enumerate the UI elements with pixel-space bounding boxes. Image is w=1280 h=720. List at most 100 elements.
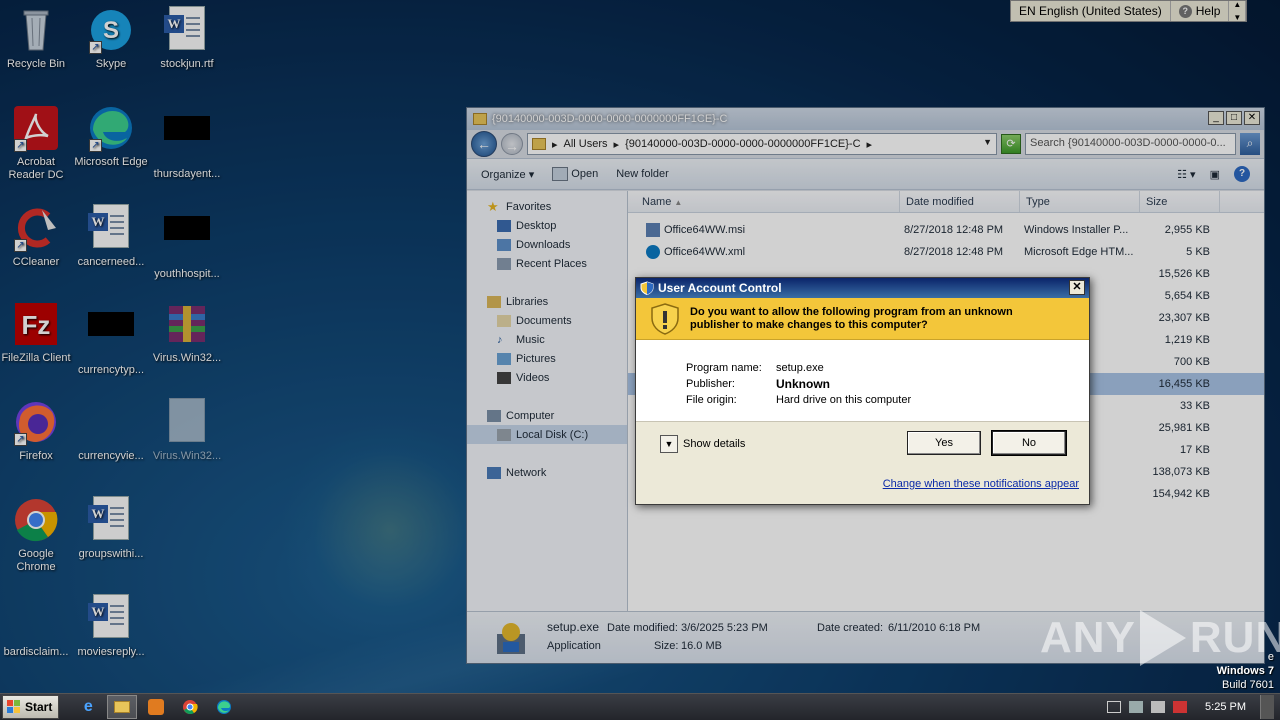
nav-recent-places[interactable]: Recent Places [467, 254, 627, 273]
language-selector[interactable]: EN English (United States) [1011, 1, 1171, 21]
desktop-icon-edge[interactable]: ↗ Microsoft Edge [73, 104, 149, 169]
taskbar-edge[interactable] [209, 695, 239, 719]
nav-computer[interactable]: Computer [467, 406, 627, 425]
documents-icon [497, 314, 511, 327]
desktop-icon-moviesreply[interactable]: W moviesreply... [73, 594, 149, 659]
language-help-button[interactable]: ? Help [1171, 1, 1230, 21]
nav-label: Documents [516, 314, 572, 327]
desktop-icon-chrome[interactable]: Google Chrome [0, 496, 74, 574]
desktop-icon-skype[interactable]: S ↗ Skype [73, 6, 149, 71]
no-button[interactable]: No [991, 430, 1067, 456]
pictures-icon [497, 352, 511, 365]
action-center-flag-icon[interactable] [1107, 701, 1122, 713]
help-icon[interactable]: ? [1234, 166, 1250, 182]
close-button[interactable]: ✕ [1244, 111, 1260, 125]
chrome-icon [12, 496, 60, 544]
show-details-label[interactable]: Show details [683, 438, 745, 450]
word-document-icon: W [87, 204, 135, 252]
nav-favorites[interactable]: ★ Favorites [467, 197, 627, 216]
search-icon[interactable]: ⌕ [1240, 133, 1260, 155]
maximize-button[interactable]: □ [1226, 111, 1242, 125]
program-name-label: Program name: [686, 362, 762, 374]
language-bar-options-button[interactable]: ▲ ▼ [1229, 0, 1247, 22]
organize-button[interactable]: Organize ▾ [481, 168, 534, 181]
new-folder-button[interactable]: New folder [616, 168, 669, 180]
column-header-name[interactable]: Name ▲ [628, 191, 900, 212]
show-details-toggle[interactable]: ▼ [660, 435, 678, 453]
network-status-icon[interactable] [1129, 701, 1144, 713]
windows-logo-icon [7, 700, 20, 713]
nav-pictures[interactable]: Pictures [467, 349, 627, 368]
table-row[interactable]: Office64WW.msi 8/27/2018 12:48 PM Windows … [628, 219, 1264, 241]
open-button[interactable]: Open [552, 167, 598, 181]
view-options-icon[interactable]: ☷ ▾ [1177, 168, 1195, 181]
taskbar-explorer[interactable] [107, 695, 138, 719]
refresh-button[interactable]: ⟳ [1001, 134, 1021, 154]
breadcrumb-current-folder[interactable]: {90140000-003D-0000-0000-0000000FF1CE}-C [625, 138, 860, 150]
explorer-title-bar[interactable]: {90140000-003D-0000-0000-0000000FF1CE}-C… [467, 108, 1264, 130]
desktop-icon-youthhospit[interactable]: youthhospit... [149, 204, 225, 281]
security-alert-icon[interactable] [1173, 701, 1188, 713]
minimize-button[interactable]: _ [1208, 111, 1224, 125]
desktop-icon-ccleaner[interactable]: ↗ CCleaner [0, 204, 74, 269]
breadcrumb-all-users[interactable]: All Users [564, 138, 608, 150]
desktop-icon-stockjun[interactable]: W stockjun.rtf [149, 6, 225, 71]
taskbar-clock[interactable]: 5:25 PM [1205, 701, 1246, 713]
desktop-icon-thursdayent[interactable]: thursdayent... [149, 104, 225, 181]
column-header-date-modified[interactable]: Date modified [900, 191, 1020, 212]
desktop-icon-currencyvie[interactable]: currencyvie... [73, 398, 149, 463]
folder-icon [532, 138, 546, 150]
open-label: Open [571, 167, 599, 180]
start-button[interactable]: Start [2, 695, 60, 719]
nav-downloads[interactable]: Downloads [467, 235, 627, 254]
skype-icon: S ↗ [87, 6, 135, 54]
desktop-icon-cancerneed[interactable]: W cancerneed... [73, 204, 149, 269]
redacted-file-icon [163, 216, 211, 264]
address-dropdown-icon[interactable]: ▼ [983, 137, 992, 147]
file-size-cell: 138,073 KB [1152, 466, 1211, 478]
nav-label: Recent Places [516, 257, 587, 270]
taskbar-ie[interactable]: e [73, 695, 103, 719]
search-input[interactable]: Search {90140000-003D-0000-0000-0... [1025, 133, 1236, 155]
edge-icon [217, 700, 232, 714]
watermark-left-text: ANY [1040, 613, 1136, 662]
column-header-type[interactable]: Type [1020, 191, 1140, 212]
warning-shield-icon [651, 302, 679, 335]
file-type-cell: Microsoft Edge HTM... [1024, 246, 1134, 258]
nav-network[interactable]: Network [467, 463, 627, 482]
nav-documents[interactable]: Documents [467, 311, 627, 330]
uac-title-bar[interactable]: User Account Control ✕ [636, 278, 1089, 298]
address-bar[interactable]: ▸ All Users ▸ {90140000-003D-0000-0000-0… [527, 133, 997, 155]
uac-close-button[interactable]: ✕ [1069, 280, 1085, 295]
desktop-icon-bardisclaim[interactable]: bardisclaim... [0, 594, 74, 659]
yes-button[interactable]: Yes [907, 431, 981, 455]
forward-button[interactable]: → [501, 133, 523, 155]
navigation-pane: ★ Favorites Desktop Downloads Recent Plac… [467, 191, 628, 611]
column-header-size[interactable]: Size [1140, 191, 1220, 212]
file-size-cell: 700 KB [1173, 356, 1210, 368]
volume-icon[interactable] [1151, 701, 1166, 713]
nav-libraries[interactable]: Libraries [467, 292, 627, 311]
desktop-icon-recycle-bin[interactable]: Recycle Bin [0, 6, 74, 71]
show-desktop-button[interactable] [1260, 695, 1274, 719]
nav-local-disk[interactable]: Local Disk (C:) [467, 425, 627, 444]
change-notifications-link[interactable]: Change when these notifications appear [883, 478, 1079, 490]
desktop-icon-virus-file[interactable]: Virus.Win32... [149, 398, 225, 463]
nav-music[interactable]: ♪ Music [467, 330, 627, 349]
file-size-cell: 16,455 KB [1158, 378, 1210, 390]
desktop-icon-virus-rar[interactable]: Virus.Win32... [149, 300, 225, 365]
nav-videos[interactable]: Videos [467, 368, 627, 387]
back-button[interactable]: ← [471, 131, 497, 157]
file-origin-value: Hard drive on this computer [776, 394, 912, 406]
nav-desktop[interactable]: Desktop [467, 216, 627, 235]
preview-pane-icon[interactable]: ▣ [1210, 168, 1220, 181]
desktop-icon-groupswithi[interactable]: W groupswithi... [73, 496, 149, 561]
desktop-icon-filezilla[interactable]: Fz FileZilla Client [0, 300, 74, 365]
taskbar-media-player[interactable] [141, 695, 171, 719]
libraries-icon [487, 295, 501, 308]
table-row[interactable]: Office64WW.xml 8/27/2018 12:48 PM Microsof… [628, 241, 1264, 263]
desktop-icon-firefox[interactable]: ↗ Firefox [0, 398, 74, 463]
desktop-icon-currencytyp[interactable]: currencytyp... [73, 300, 149, 377]
desktop-icon-acrobat[interactable]: ↗ Acrobat Reader DC [0, 104, 74, 182]
taskbar-chrome[interactable] [175, 695, 205, 719]
